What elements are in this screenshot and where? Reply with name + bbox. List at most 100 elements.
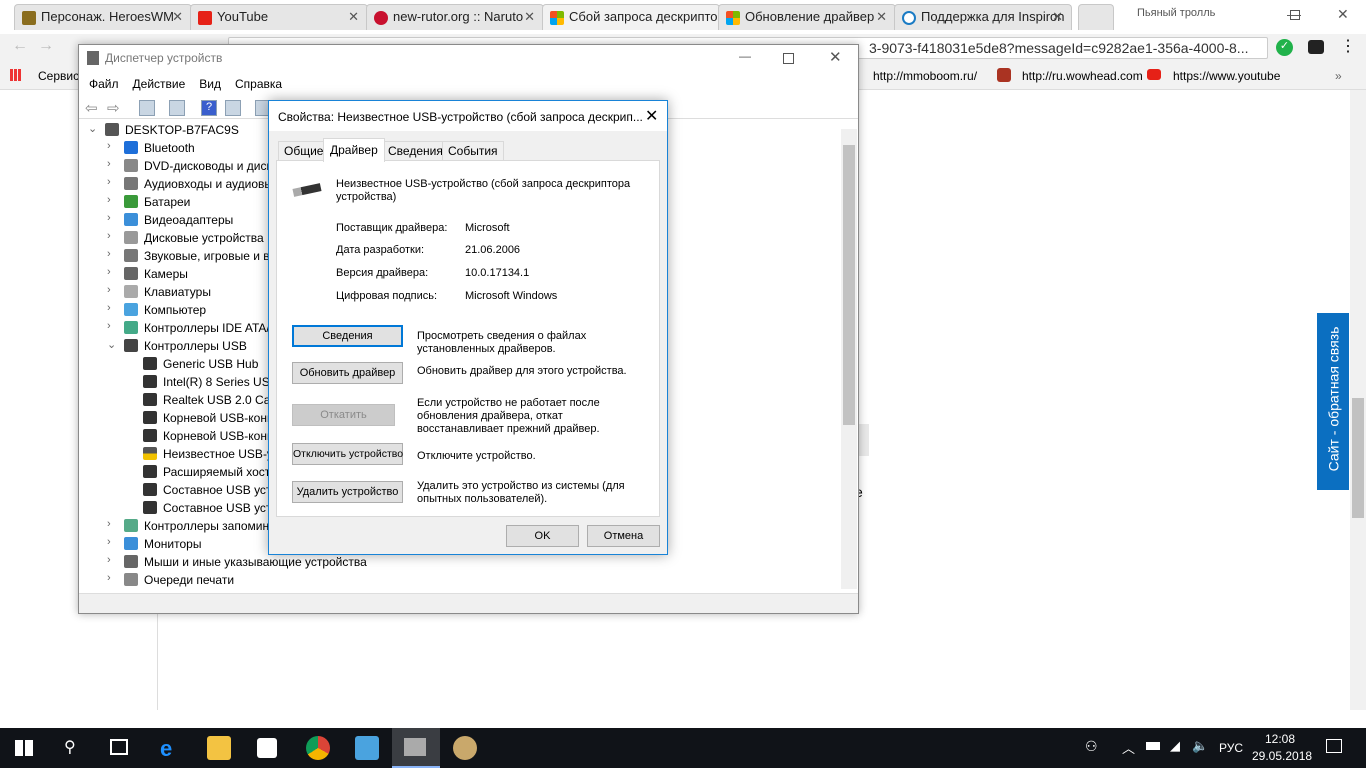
- extension-check-icon[interactable]: ✓: [1276, 39, 1293, 56]
- tab-driver[interactable]: Драйвер: [323, 138, 385, 162]
- action-icon[interactable]: [225, 100, 241, 116]
- forward-icon[interactable]: ⇨: [107, 99, 120, 117]
- expand-chevron-icon[interactable]: ›: [107, 248, 111, 260]
- feedback-button[interactable]: Сайт - обратная связь: [1317, 313, 1349, 490]
- device-icon: [143, 429, 157, 442]
- expand-chevron-icon[interactable]: ›: [107, 140, 111, 152]
- bookmark-mmoboom[interactable]: http://mmoboom.ru/: [873, 69, 977, 83]
- expand-chevron-icon[interactable]: ›: [107, 230, 111, 242]
- expand-chevron-icon[interactable]: ›: [107, 302, 111, 314]
- expand-chevron-icon[interactable]: ›: [107, 554, 111, 566]
- tree-scrollbar-thumb[interactable]: [843, 145, 855, 425]
- task-view-icon[interactable]: [110, 739, 128, 755]
- close-tab-icon[interactable]: ✕: [524, 9, 535, 25]
- tree-item-label: Камеры: [144, 267, 188, 281]
- device-icon: [124, 231, 138, 244]
- language-indicator[interactable]: РУС: [1219, 741, 1243, 755]
- tab-dell-support[interactable]: Поддержка для Inspiron ✕: [894, 4, 1072, 30]
- rollback-driver-button[interactable]: Откатить: [292, 404, 395, 426]
- show-hide-tree-icon[interactable]: [139, 100, 155, 116]
- properties-icon[interactable]: [169, 100, 185, 116]
- menu-view[interactable]: Вид: [199, 77, 221, 91]
- minimize-icon[interactable]: —: [739, 49, 751, 63]
- show-hidden-icons[interactable]: ︿: [1122, 738, 1135, 757]
- clock-date[interactable]: 29.05.2018: [1252, 749, 1312, 763]
- tab-driver-update[interactable]: Обновление драйвер ✕: [718, 4, 896, 30]
- device-manager-taskbar-button[interactable]: [392, 728, 440, 768]
- tree-item-label: Мониторы: [144, 537, 202, 551]
- driver-details-button[interactable]: Сведения: [292, 325, 403, 347]
- cancel-button[interactable]: Отмена: [587, 525, 660, 547]
- page-scrollbar-thumb[interactable]: [1352, 398, 1364, 518]
- menu-action[interactable]: Действие: [133, 77, 186, 91]
- tab-events[interactable]: События: [442, 141, 504, 161]
- new-tab-button[interactable]: [1078, 4, 1114, 30]
- uninstall-device-button[interactable]: Удалить устройство: [292, 481, 403, 503]
- expand-chevron-icon[interactable]: ›: [107, 518, 111, 530]
- tab-youtube[interactable]: YouTube ✕: [190, 4, 368, 30]
- back-icon[interactable]: ←: [12, 37, 28, 55]
- paint-icon[interactable]: [453, 736, 477, 760]
- battery-icon[interactable]: [1146, 742, 1160, 750]
- restore-icon[interactable]: [1290, 10, 1300, 20]
- dialog-title: Свойства: Неизвестное USB-устройство (сб…: [278, 110, 643, 124]
- collapse-chevron-icon[interactable]: ⌄: [107, 338, 116, 351]
- people-icon[interactable]: ⚇: [1085, 738, 1098, 755]
- tab-details[interactable]: Сведения: [382, 141, 449, 161]
- close-tab-icon[interactable]: ✕: [876, 9, 887, 25]
- file-explorer-icon[interactable]: [207, 736, 231, 760]
- bookmark-youtube[interactable]: https://www.youtube: [1173, 69, 1283, 83]
- control-panel-icon[interactable]: [355, 736, 379, 760]
- rutor-favicon-icon: [374, 11, 388, 25]
- expand-chevron-icon[interactable]: ›: [107, 158, 111, 170]
- expand-chevron-icon[interactable]: ›: [107, 284, 111, 296]
- collapse-chevron-icon[interactable]: ⌄: [88, 122, 97, 135]
- disable-device-button[interactable]: Отключить устройство: [292, 443, 403, 465]
- update-driver-button[interactable]: Обновить драйвер: [292, 362, 403, 384]
- action-center-icon[interactable]: [1326, 739, 1342, 753]
- maximize-icon[interactable]: [783, 53, 794, 64]
- tab-descriptor-error[interactable]: Сбой запроса дескриптора: [542, 4, 720, 30]
- help-icon[interactable]: ?: [201, 100, 217, 116]
- clock-time[interactable]: 12:08: [1265, 732, 1295, 746]
- search-icon[interactable]: ⚲: [64, 737, 76, 757]
- tab-rutor[interactable]: new-rutor.org :: Naruto ✕: [366, 4, 544, 30]
- menu-help[interactable]: Справка: [235, 77, 282, 91]
- device-icon: [124, 321, 138, 334]
- bookmark-wowhead[interactable]: http://ru.wowhead.com: [1022, 69, 1143, 83]
- close-icon[interactable]: ✕: [829, 48, 842, 66]
- expand-chevron-icon[interactable]: ›: [107, 266, 111, 278]
- profile-name[interactable]: Пьяный тролль: [1137, 7, 1215, 19]
- more-bookmarks-button[interactable]: »: [1335, 69, 1342, 83]
- tab-heroeswm[interactable]: Персонаж. HeroesWM ✕: [14, 4, 192, 30]
- menu-file[interactable]: Файл: [89, 77, 119, 91]
- volume-icon[interactable]: 🔈: [1192, 738, 1208, 754]
- start-icon[interactable]: [15, 740, 33, 756]
- device-manager-icon: [87, 51, 99, 65]
- tab-general[interactable]: Общие: [278, 141, 330, 161]
- close-tab-icon[interactable]: ✕: [172, 9, 183, 25]
- forward-icon[interactable]: →: [38, 37, 54, 55]
- expand-chevron-icon[interactable]: ›: [107, 320, 111, 332]
- tree-item-label: Клавиатуры: [144, 285, 211, 299]
- expand-chevron-icon[interactable]: ›: [107, 536, 111, 548]
- device-icon: [124, 213, 138, 226]
- menu-icon[interactable]: ⋮: [1340, 36, 1356, 56]
- back-icon[interactable]: ⇦: [85, 99, 98, 117]
- expand-chevron-icon[interactable]: ›: [107, 176, 111, 188]
- tree-item-label: Realtek USB 2.0 Card: [163, 393, 282, 407]
- expand-chevron-icon[interactable]: ›: [107, 194, 111, 206]
- close-tab-icon[interactable]: ✕: [1052, 9, 1063, 25]
- chrome-icon[interactable]: [306, 736, 330, 760]
- expand-chevron-icon[interactable]: ›: [107, 212, 111, 224]
- close-tab-icon[interactable]: ✕: [348, 9, 359, 25]
- close-window-icon[interactable]: ✕: [1337, 6, 1349, 23]
- store-icon[interactable]: [257, 738, 277, 758]
- apps-icon[interactable]: [10, 69, 22, 81]
- extension-ghostery-icon[interactable]: [1308, 40, 1324, 54]
- expand-chevron-icon[interactable]: ›: [107, 572, 111, 584]
- wifi-icon[interactable]: ◢: [1170, 738, 1180, 754]
- close-icon[interactable]: ✕: [645, 106, 658, 126]
- edge-icon[interactable]: e: [160, 736, 184, 761]
- ok-button[interactable]: OK: [506, 525, 579, 547]
